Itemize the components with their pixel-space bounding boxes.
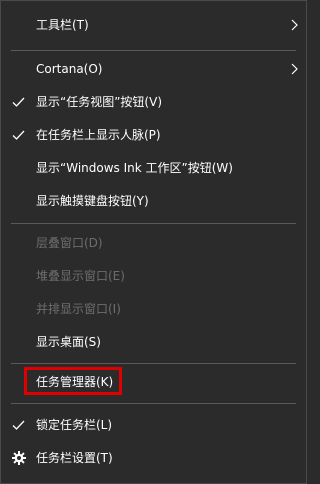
menu-item-lock-taskbar[interactable]: 锁定任务栏(L) bbox=[1, 408, 306, 442]
chevron-right-icon bbox=[291, 63, 298, 75]
menu-item-show-desktop[interactable]: 显示桌面(S) bbox=[1, 325, 306, 359]
menu-item-label: 堆叠显示窗口(E) bbox=[36, 269, 125, 283]
menu-item-label: 显示触摸键盘按钮(Y) bbox=[36, 194, 149, 208]
gear-icon bbox=[12, 451, 26, 465]
menu-separator bbox=[11, 363, 296, 364]
menu-item-cascade-windows: 层叠窗口(D) bbox=[1, 226, 306, 260]
menu-item-show-people[interactable]: 在任务栏上显示人脉(P) bbox=[1, 118, 306, 152]
menu-item-label: 在任务栏上显示人脉(P) bbox=[36, 128, 161, 142]
menu-item-label: Cortana(O) bbox=[36, 62, 103, 76]
menu-item-stack-windows: 堆叠显示窗口(E) bbox=[1, 259, 306, 293]
checkmark-icon bbox=[12, 130, 25, 140]
menu-item-show-windows-ink[interactable]: 显示“Windows Ink 工作区”按钮(W) bbox=[1, 151, 306, 185]
menu-item-show-task-view-button[interactable]: 显示“任务视图”按钮(V) bbox=[1, 85, 306, 119]
menu-item-taskbar-settings[interactable]: 任务栏设置(T) bbox=[1, 441, 306, 475]
menu-item-label: 并排显示窗口(I) bbox=[36, 302, 121, 316]
menu-item-label: 工具栏(T) bbox=[36, 18, 89, 32]
menu-separator bbox=[11, 403, 296, 404]
menu-separator bbox=[11, 223, 296, 224]
menu-item-label: 层叠窗口(D) bbox=[36, 236, 103, 250]
menu-item-toolbars[interactable]: 工具栏(T) bbox=[1, 8, 306, 42]
menu-item-label: 显示“Windows Ink 工作区”按钮(W) bbox=[36, 161, 233, 175]
menu-item-label: 显示桌面(S) bbox=[36, 335, 101, 349]
menu-item-cortana[interactable]: Cortana(O) bbox=[1, 52, 306, 86]
menu-item-label: 锁定任务栏(L) bbox=[36, 418, 113, 432]
checkmark-icon bbox=[12, 97, 25, 107]
menu-item-label: 任务栏设置(T) bbox=[36, 451, 113, 465]
checkmark-icon bbox=[12, 420, 25, 430]
chevron-right-icon bbox=[291, 19, 298, 31]
menu-item-label: 显示“任务视图”按钮(V) bbox=[36, 95, 163, 109]
taskbar-context-menu: 工具栏(T) Cortana(O) 显示“任务视图”按钮(V) 在任务栏上显示人… bbox=[0, 0, 307, 484]
menu-separator bbox=[11, 50, 296, 51]
menu-item-side-by-side-windows: 并排显示窗口(I) bbox=[1, 292, 306, 326]
highlight-box bbox=[24, 367, 122, 395]
menu-item-show-touch-keyboard[interactable]: 显示触摸键盘按钮(Y) bbox=[1, 184, 306, 218]
